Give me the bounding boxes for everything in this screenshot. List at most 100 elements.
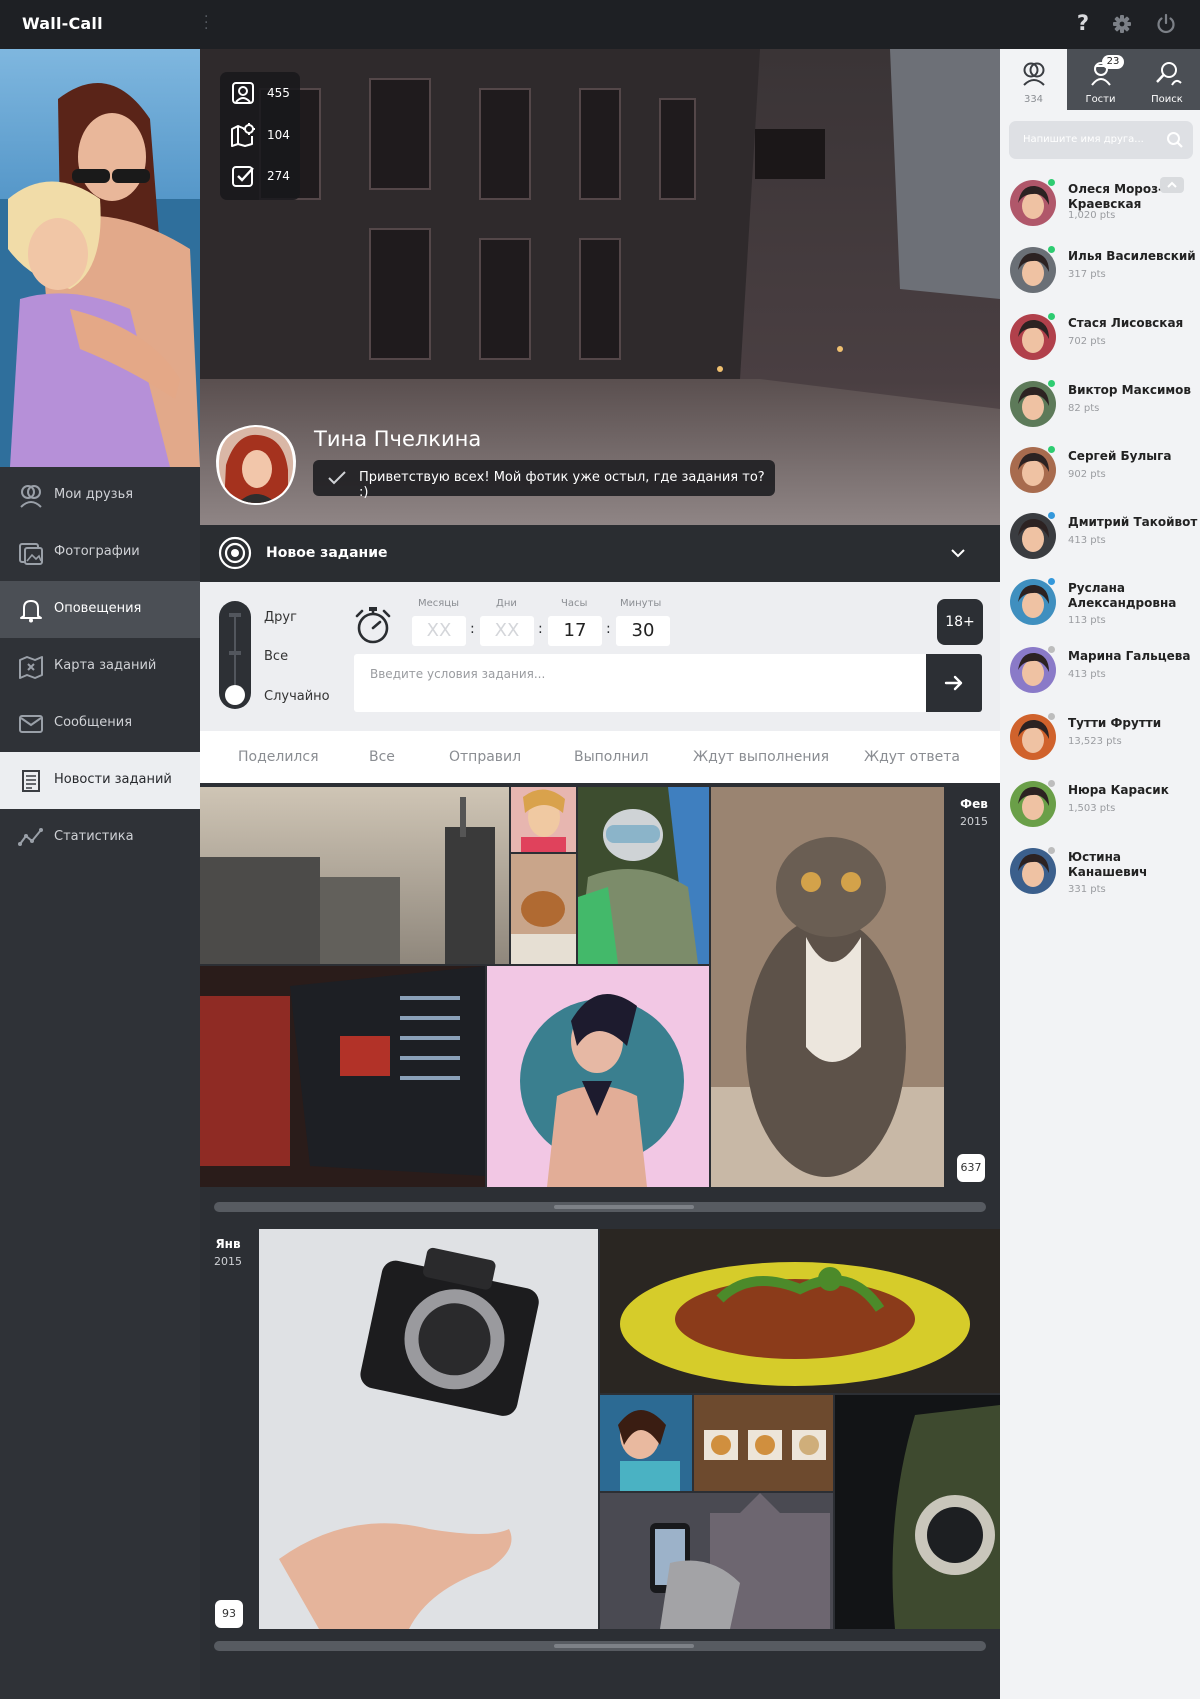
task-conditions-input[interactable] [354,654,926,712]
friend-avatar[interactable] [1009,380,1057,428]
status-dot [1048,578,1055,585]
days-input[interactable]: XX [480,616,534,646]
feed-photo[interactable] [711,787,944,1187]
tab-sent[interactable]: Отправил [449,749,521,765]
status-dot [1048,646,1055,653]
feed-photo[interactable] [200,966,485,1187]
age-restriction-button[interactable]: 18+ [937,599,983,645]
sidebar-item-friends[interactable]: Мои друзья [0,467,200,524]
friend-item[interactable]: Стася Лисовская 702 pts [1000,307,1200,373]
friend-search-input[interactable]: Напишите имя друга... [1009,121,1193,159]
friend-item[interactable]: Руслана Александровна 113 pts [1000,572,1200,638]
recipient-option-random[interactable]: Случайно [264,689,330,704]
profile-status[interactable]: Приветствую всех! Мой фотик уже остыл, г… [313,460,775,500]
friend-avatar[interactable] [1009,713,1057,761]
sidebar-item-notifications[interactable]: Оповещения [0,581,200,638]
time-separator: : [606,621,611,637]
feed-photo[interactable] [487,966,709,1187]
feed-year: 2015 [214,1255,242,1268]
app-logo[interactable]: Wall-Call [22,14,103,33]
friend-avatar[interactable] [1009,512,1057,560]
tab-awaiting-completion[interactable]: Ждут выполнения [693,749,829,765]
tab-shared[interactable]: Поделился [238,749,319,765]
feed-scrollbar[interactable] [214,1202,986,1212]
minutes-input[interactable]: 30 [616,616,670,646]
feed-photo[interactable] [511,787,576,852]
new-task-header[interactable]: Новое задание [200,525,1000,582]
slider-knob[interactable] [225,685,245,705]
sidebar-item-label: Сообщения [54,715,133,730]
friend-avatar[interactable] [1009,847,1057,895]
recipient-slider[interactable] [219,601,251,709]
tab-completed[interactable]: Выполнил [574,749,649,765]
sidebar-item-label: Статистика [54,829,134,844]
check-icon [328,471,346,485]
feed-photo[interactable] [600,1493,833,1629]
feed-photo[interactable] [200,787,509,964]
chevron-down-icon[interactable] [948,543,968,563]
minutes-label: Минуты [620,598,662,609]
months-label: Месяцы [418,598,459,609]
tab-all[interactable]: Все [369,749,395,765]
feed-count-badge[interactable]: 93 [215,1600,243,1628]
friend-name: Дмитрий Такойвот [1068,515,1198,529]
status-dot [1048,446,1055,453]
recipient-option-all[interactable]: Все [264,649,288,664]
friend-item[interactable]: Дмитрий Такойвот 413 pts [1000,506,1200,572]
send-task-button[interactable] [926,654,982,712]
friend-item[interactable]: Юстина Канашевич 331 pts [1000,841,1200,907]
friend-item[interactable]: Олеся Мороз-Краевская 1,020 pts [1000,173,1200,239]
friend-avatar[interactable] [1009,780,1057,828]
months-input[interactable]: XX [412,616,466,646]
feed-scrollbar[interactable] [214,1641,986,1651]
feed-photo[interactable] [835,1395,1000,1629]
feed-photo[interactable] [600,1229,1000,1393]
friend-item[interactable]: Сергей Булыга 902 pts [1000,440,1200,506]
feed-count-badge[interactable]: 637 [957,1154,985,1182]
photo-feed: Фев 2015 637 Янв 2015 93 [200,783,1000,1699]
collapse-button[interactable] [1160,177,1184,193]
tab-friends[interactable]: 334 [1000,49,1067,110]
feed-photo[interactable] [694,1395,833,1491]
feed-photo[interactable] [600,1395,692,1491]
feed-photo[interactable] [259,1229,598,1629]
friend-avatar[interactable] [1009,246,1057,294]
recipient-option-friend[interactable]: Друг [264,610,297,625]
sidebar-item-label: Карта заданий [54,658,157,673]
profile-stats-panel: 455 104 274 [220,72,300,200]
vertical-dots-icon[interactable]: · · · [204,10,210,36]
friend-avatar[interactable] [1009,578,1057,626]
feed-photo[interactable] [578,787,709,964]
feed-date-jan: Янв 2015 [206,1237,250,1268]
friend-item[interactable]: Тутти Фрутти 13,523 pts [1000,707,1200,773]
sidebar-item-task-news[interactable]: Новости заданий [0,752,200,809]
friend-item[interactable]: Илья Василевский 317 pts [1000,240,1200,306]
friend-avatar[interactable] [1009,179,1057,227]
friend-avatar[interactable] [1009,446,1057,494]
friend-item[interactable]: Нюра Карасик 1,503 pts [1000,774,1200,840]
friend-avatar[interactable] [1009,646,1057,694]
hours-input[interactable]: 17 [548,616,602,646]
friends-icon [1023,62,1045,86]
friend-item[interactable]: Виктор Максимов 82 pts [1000,374,1200,440]
sidebar-item-task-map[interactable]: Карта заданий [0,638,200,695]
friend-avatar[interactable] [1009,313,1057,361]
sidebar-item-messages[interactable]: Сообщения [0,695,200,752]
status-dot [1048,713,1055,720]
friend-item[interactable]: Марина Гальцева 413 pts [1000,640,1200,706]
scrollbar-thumb[interactable] [554,1644,694,1648]
sidebar-item-photos[interactable]: Фотографии [0,524,200,581]
help-icon[interactable]: ? [1070,11,1096,37]
profile-avatar[interactable] [216,425,296,505]
friend-points: 13,523 pts [1068,736,1122,747]
scrollbar-thumb[interactable] [554,1205,694,1209]
tab-awaiting-reply[interactable]: Ждут ответа [864,749,960,765]
tab-guests[interactable]: Гости [1067,49,1134,110]
user-profile-photo[interactable] [0,49,200,467]
gear-icon[interactable] [1109,11,1135,37]
power-icon[interactable] [1153,11,1179,37]
tab-search[interactable]: Поиск [1134,49,1200,110]
feed-photo[interactable] [511,854,576,964]
search-icon[interactable] [1166,131,1184,149]
sidebar-item-statistics[interactable]: Статистика [0,809,200,866]
